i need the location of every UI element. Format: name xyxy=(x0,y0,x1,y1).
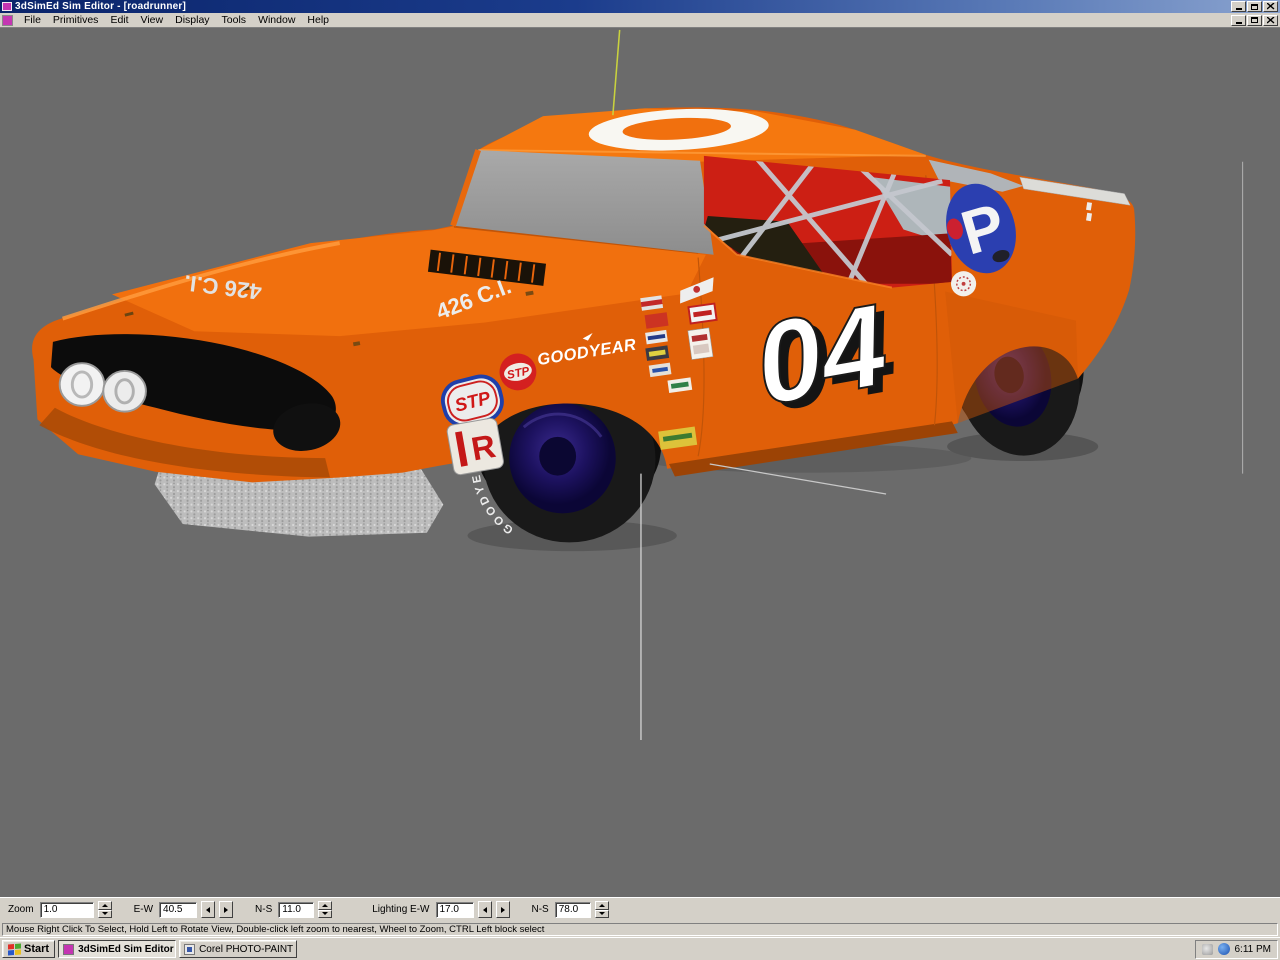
zoom-down-icon xyxy=(102,912,108,915)
tray-app-icon[interactable] xyxy=(1218,943,1230,955)
minimize-icon xyxy=(1236,8,1242,10)
headlight-right xyxy=(103,371,146,412)
menu-help[interactable]: Help xyxy=(301,13,335,27)
tray-clock: 6:11 PM xyxy=(1235,944,1272,955)
lighting-ns-stepper[interactable] xyxy=(595,901,609,918)
taskbar-button-label: Corel PHOTO-PAINT 12 - ... xyxy=(199,944,297,955)
lighting-ns-up-icon xyxy=(599,904,605,907)
zoom-stepper[interactable] xyxy=(98,901,112,918)
minimize-button[interactable] xyxy=(1231,1,1246,12)
taskbar-button-label: 3dSimEd Sim Editor - ... xyxy=(78,944,176,955)
document-icon[interactable] xyxy=(2,15,13,26)
zoom-label: Zoom xyxy=(8,904,34,915)
menu-bar: File Primitives Edit View Display Tools … xyxy=(0,13,1280,28)
svg-text:04: 04 xyxy=(746,279,896,429)
zoom-up-icon xyxy=(102,904,108,907)
mdi-restore-icon xyxy=(1251,17,1258,23)
menu-edit[interactable]: Edit xyxy=(104,13,134,27)
window-title: 3dSimEd Sim Editor - [roadrunner] xyxy=(15,1,1231,12)
ew-input[interactable] xyxy=(159,902,197,918)
left-arrow-icon xyxy=(483,907,487,913)
ew-right-button[interactable] xyxy=(219,901,233,918)
car-model-render: GOODYEAR GOODYEAR xyxy=(0,28,1280,897)
start-button[interactable]: Start xyxy=(2,940,55,958)
mdi-close-button[interactable] xyxy=(1263,15,1278,26)
restore-button[interactable] xyxy=(1247,1,1262,12)
ns-up-icon xyxy=(322,904,328,907)
zoom-input[interactable] xyxy=(40,902,94,918)
right-arrow-icon xyxy=(501,907,505,913)
ew-label: E-W xyxy=(134,904,153,915)
lighting-ew-label: Lighting E-W xyxy=(372,904,429,915)
windows-flag-icon xyxy=(8,943,21,955)
ew-left-button[interactable] xyxy=(201,901,215,918)
tray-volume-icon[interactable] xyxy=(1202,944,1213,955)
taskbar-button-3dsimed[interactable]: 3dSimEd Sim Editor - ... xyxy=(58,940,176,958)
title-bar: 3dSimEd Sim Editor - [roadrunner] xyxy=(0,0,1280,13)
close-button[interactable] xyxy=(1263,1,1278,12)
corel-task-icon xyxy=(184,944,195,955)
mdi-restore-button[interactable] xyxy=(1247,15,1262,26)
3dsimed-task-icon xyxy=(63,944,74,955)
ns-stepper[interactable] xyxy=(318,901,332,918)
menu-display[interactable]: Display xyxy=(169,13,215,27)
round-sticker-rear xyxy=(951,271,976,296)
windows-taskbar: Start 3dSimEd Sim Editor - ... Corel PHO… xyxy=(0,937,1280,960)
headlight-left xyxy=(60,363,105,406)
start-label: Start xyxy=(24,943,49,955)
ns-down-icon xyxy=(322,912,328,915)
mdi-close-icon xyxy=(1267,17,1275,24)
app-icon[interactable] xyxy=(2,2,12,11)
left-arrow-icon xyxy=(206,907,210,913)
ns-label: N-S xyxy=(255,904,272,915)
lighting-ew-input[interactable] xyxy=(436,902,474,918)
lighting-ew-right-button[interactable] xyxy=(496,901,510,918)
close-icon xyxy=(1267,3,1275,10)
menu-primitives[interactable]: Primitives xyxy=(47,13,105,27)
view-toolbar: Zoom E-W N-S Lighting E-W N-S xyxy=(0,897,1280,921)
ns-input[interactable] xyxy=(278,902,314,918)
menu-file[interactable]: File xyxy=(18,13,47,27)
system-tray: 6:11 PM xyxy=(1195,940,1279,959)
mdi-minimize-button[interactable] xyxy=(1231,15,1246,26)
lighting-ns-label: N-S xyxy=(532,904,549,915)
status-bar: Mouse Right Click To Select, Hold Left t… xyxy=(0,921,1280,937)
car-number: 04 04 xyxy=(746,278,905,437)
taskbar-button-corel[interactable]: Corel PHOTO-PAINT 12 - ... xyxy=(179,940,297,958)
lighting-ew-left-button[interactable] xyxy=(478,901,492,918)
r-badge-sticker: R xyxy=(446,417,504,475)
antenna xyxy=(613,30,620,115)
menu-view[interactable]: View xyxy=(135,13,170,27)
3d-viewport[interactable]: GOODYEAR GOODYEAR xyxy=(0,28,1280,897)
right-arrow-icon xyxy=(224,907,228,913)
mdi-minimize-icon xyxy=(1236,22,1242,24)
lighting-ns-input[interactable] xyxy=(555,902,591,918)
lighting-ns-down-icon xyxy=(599,912,605,915)
3dsimed-window: 3dSimEd Sim Editor - [roadrunner] File P… xyxy=(0,0,1280,960)
menu-window[interactable]: Window xyxy=(252,13,301,27)
restore-icon xyxy=(1251,4,1258,10)
status-text: Mouse Right Click To Select, Hold Left t… xyxy=(2,923,1278,936)
menu-tools[interactable]: Tools xyxy=(216,13,253,27)
